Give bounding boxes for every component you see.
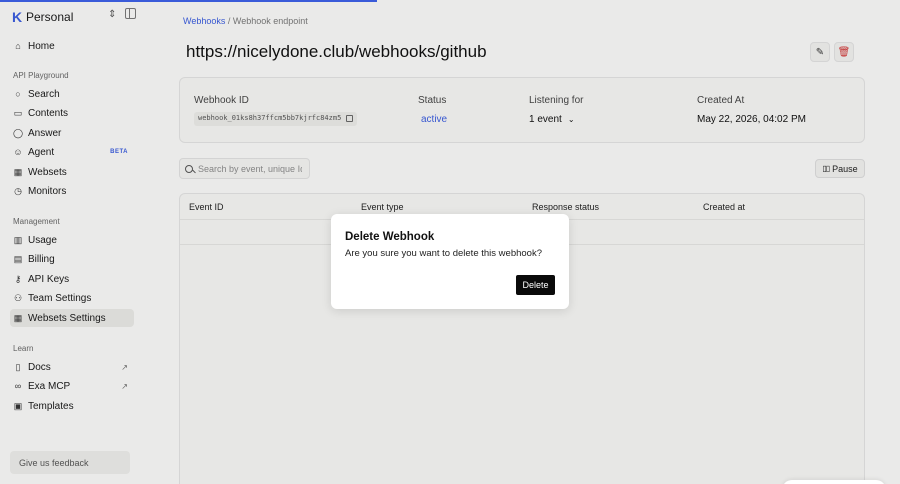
confirm-delete-button[interactable]: Delete bbox=[516, 275, 555, 295]
floating-widget[interactable] bbox=[782, 480, 886, 484]
delete-webhook-dialog: Delete Webhook Are you sure you want to … bbox=[331, 214, 569, 309]
dialog-title: Delete Webhook bbox=[345, 231, 435, 243]
loading-progress-bar bbox=[0, 0, 377, 2]
dialog-message: Are you sure you want to delete this web… bbox=[345, 248, 542, 259]
